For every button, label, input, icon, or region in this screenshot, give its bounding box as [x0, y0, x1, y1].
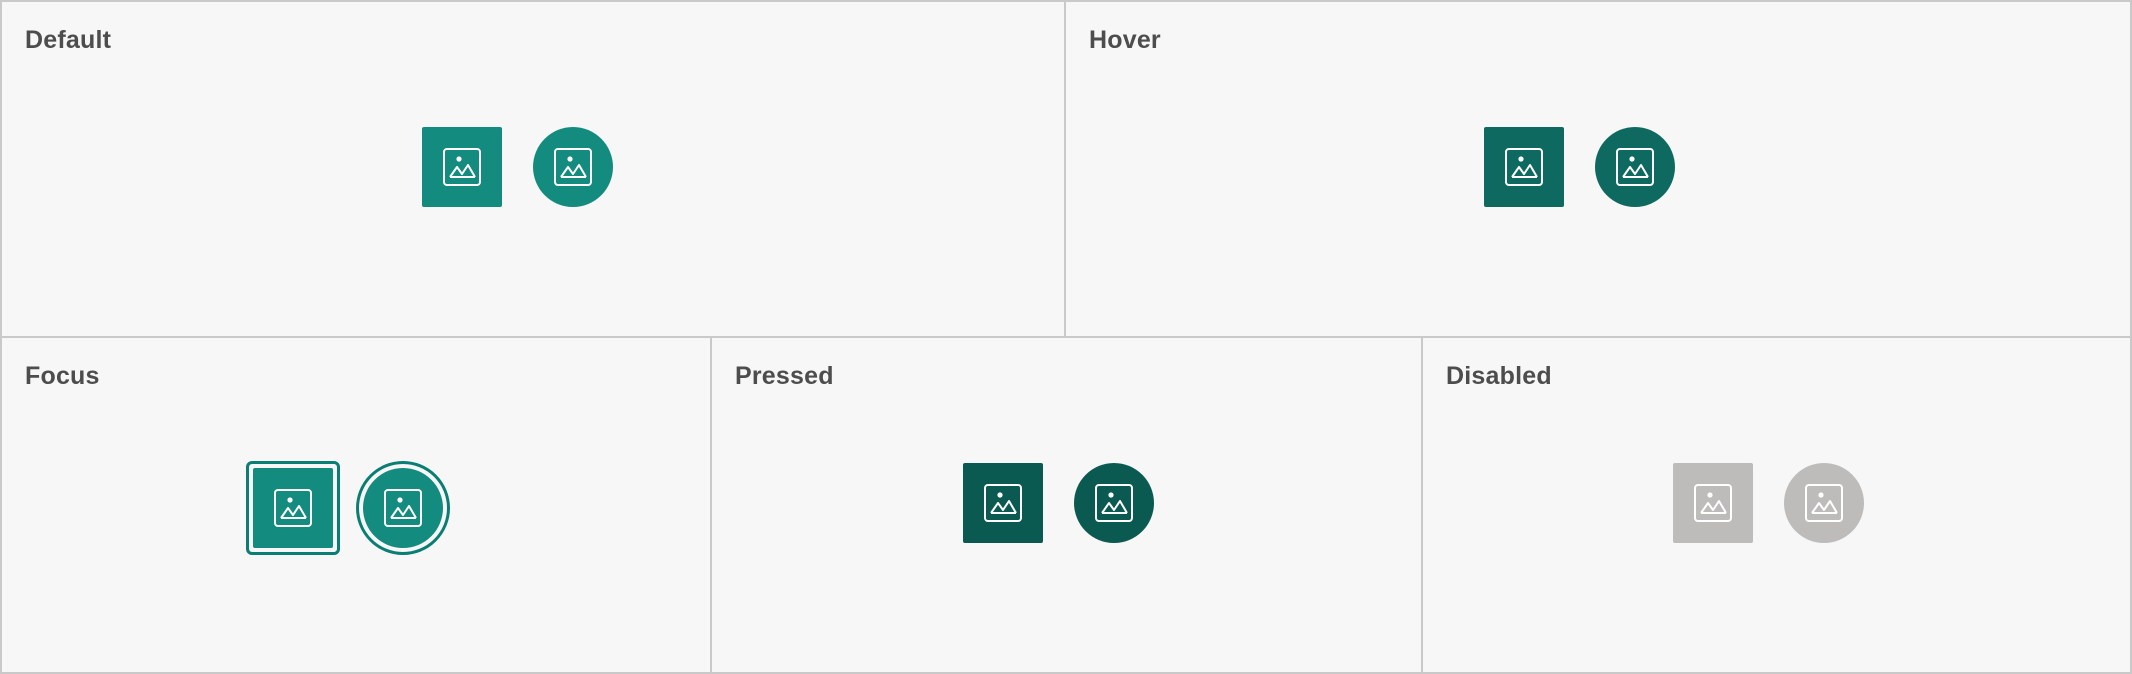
panel-default: Default: [0, 0, 1066, 338]
panel-disabled: Disabled: [1421, 336, 2132, 674]
panel-title: Focus: [25, 362, 100, 390]
round-image-button[interactable]: [1074, 463, 1154, 543]
image-icon: [554, 148, 592, 186]
image-icon: [1616, 148, 1654, 186]
panel-focus: Focus: [0, 336, 712, 674]
round-image-button[interactable]: [1595, 127, 1675, 207]
round-image-button: [1784, 463, 1864, 543]
square-image-button: [1673, 463, 1753, 543]
panel-pressed: Pressed: [710, 336, 1423, 674]
image-icon: [384, 489, 422, 527]
image-icon: [1095, 484, 1133, 522]
square-image-button[interactable]: [1484, 127, 1564, 207]
square-image-button[interactable]: [963, 463, 1043, 543]
button-states-board: Default Hover Focus Pressed Disabled: [0, 0, 2132, 674]
square-image-button[interactable]: [253, 468, 333, 548]
image-icon: [1505, 148, 1543, 186]
panel-title: Hover: [1089, 26, 1161, 54]
image-icon: [274, 489, 312, 527]
panel-title: Disabled: [1446, 362, 1552, 390]
image-icon: [1805, 484, 1843, 522]
focus-ring: [356, 461, 450, 555]
button-row: [246, 461, 450, 555]
image-icon: [984, 484, 1022, 522]
panel-title: Default: [25, 26, 112, 54]
square-image-button[interactable]: [422, 127, 502, 207]
panel-hover: Hover: [1064, 0, 2132, 338]
focus-ring: [246, 461, 340, 555]
button-row: [422, 127, 613, 207]
image-icon: [1694, 484, 1732, 522]
button-row: [963, 463, 1154, 543]
image-icon: [443, 148, 481, 186]
round-image-button[interactable]: [363, 468, 443, 548]
button-row: [1673, 463, 1864, 543]
button-row: [1484, 127, 1675, 207]
panel-title: Pressed: [735, 362, 834, 390]
round-image-button[interactable]: [533, 127, 613, 207]
